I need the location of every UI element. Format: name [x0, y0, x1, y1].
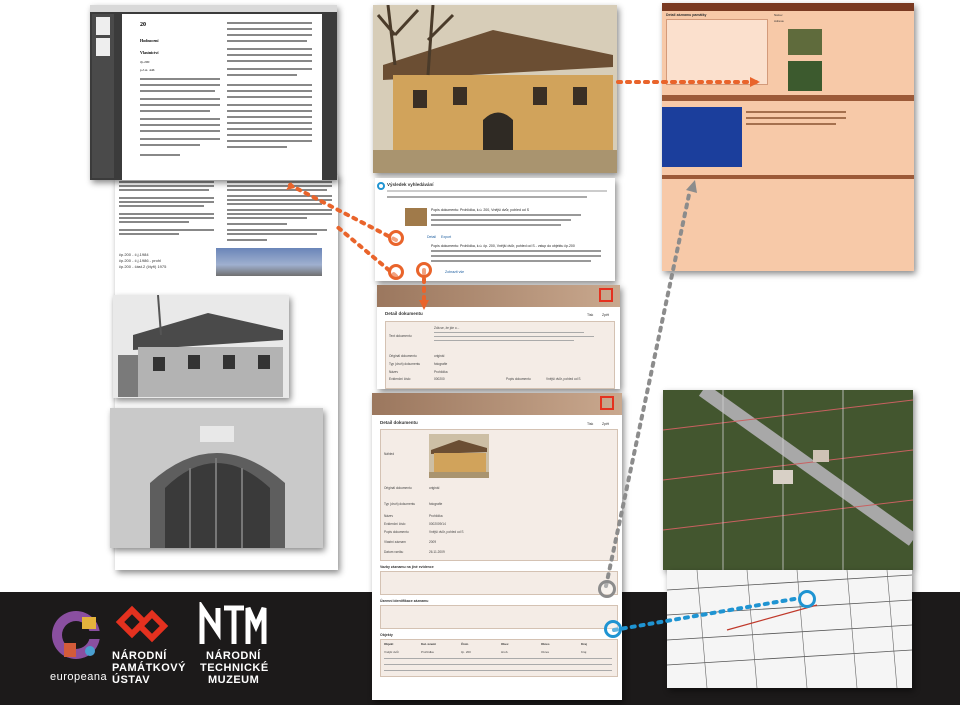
marker-circle-blue-small[interactable] — [377, 182, 385, 190]
europeana-logo: europeana — [50, 605, 108, 685]
marker-circle-blue[interactable] — [604, 620, 622, 638]
marker-circle-orange[interactable] — [388, 264, 404, 280]
npu-logo-line: ÚSTAV — [112, 674, 151, 686]
marker-circle-grey[interactable] — [598, 580, 616, 598]
ntm-logo: NÁRODNÍ TECHNICKÉ MUZEUM — [198, 599, 280, 690]
ntm-logo-line: NÁRODNÍ — [206, 650, 261, 662]
ntm-logo-line: MUZEUM — [208, 674, 260, 686]
npu-logo-line: PAMÁTKOVÝ — [112, 662, 186, 674]
connector-lines — [286, 77, 802, 632]
npu-logo: NÁRODNÍ PAMÁTKOVÝ ÚSTAV — [112, 604, 192, 689]
marker-circle-orange[interactable] — [388, 230, 404, 246]
npu-logo-line: NÁRODNÍ — [112, 650, 167, 662]
marker-circle-orange[interactable] — [416, 262, 432, 278]
europeana-logo-text: europeana — [50, 671, 108, 683]
marker-circle-blue[interactable] — [798, 590, 816, 608]
ntm-logo-line: TECHNICKÉ — [200, 662, 269, 674]
